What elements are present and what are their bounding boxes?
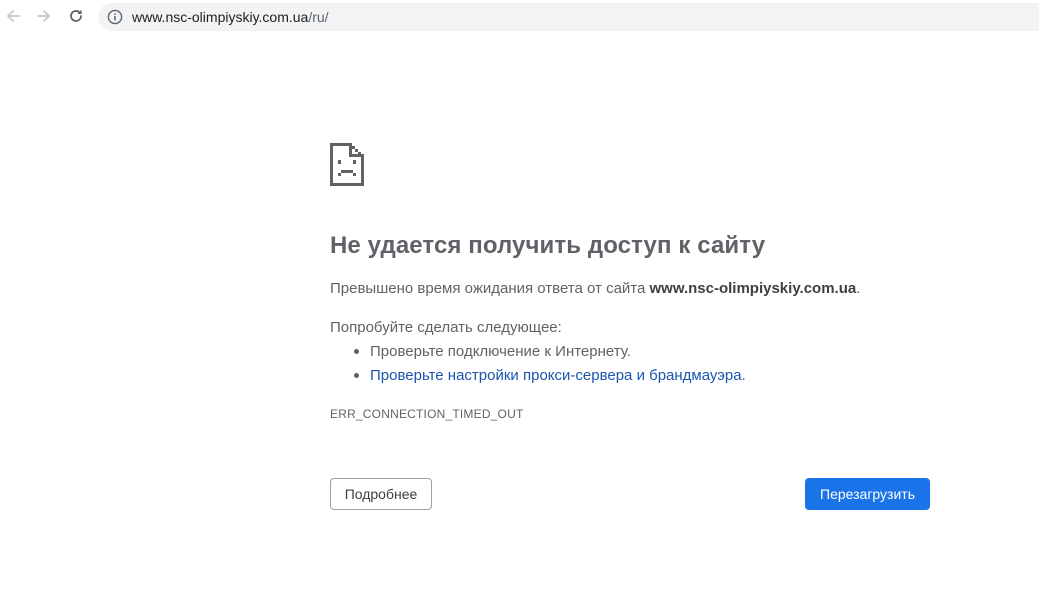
reload-page-button[interactable]: Перезагрузить <box>805 478 930 510</box>
reload-icon <box>70 9 82 22</box>
sad-document-icon <box>330 143 364 186</box>
url-host: www.nsc-olimpiyskiy.com.ua <box>132 9 309 25</box>
error-host: www.nsc-olimpiyskiy.com.ua <box>649 280 857 297</box>
proxy-settings-link[interactable]: Проверьте настройки прокси-сервера и бра… <box>370 367 742 384</box>
suggestion-suffix: . <box>741 367 746 384</box>
url-path: /ru/ <box>308 9 329 25</box>
address-bar[interactable]: www.nsc-olimpiyskiy.com.ua/ru/ <box>98 3 1039 31</box>
error-title: Не удается получить доступ к сайту <box>330 232 766 259</box>
error-code: ERR_CONNECTION_TIMED_OUT <box>330 407 524 421</box>
error-description: Превышено время ожидания ответа от сайта… <box>330 280 860 297</box>
suggestion-check-proxy: Проверьте настройки прокси-сервера и бра… <box>330 364 746 388</box>
suggestions-heading: Попробуйте сделать следующее: <box>330 319 562 336</box>
error-description-suffix: . <box>856 280 861 297</box>
reload-button[interactable] <box>65 5 87 27</box>
forward-button[interactable] <box>33 5 55 27</box>
suggestion-check-connection: Проверьте подключение к Интернету. <box>330 340 746 364</box>
arrow-right-icon <box>37 10 50 22</box>
error-description-text: Превышено время ожидания ответа от сайта <box>330 280 650 297</box>
back-button[interactable] <box>2 5 24 27</box>
info-icon[interactable] <box>107 9 123 25</box>
suggestions-list: Проверьте подключение к Интернету. Прове… <box>330 340 746 388</box>
url-text[interactable]: www.nsc-olimpiyskiy.com.ua/ru/ <box>132 9 329 25</box>
arrow-left-icon <box>7 10 20 22</box>
browser-toolbar: www.nsc-olimpiyskiy.com.ua/ru/ <box>0 0 1039 34</box>
details-button[interactable]: Подробнее <box>330 478 432 510</box>
